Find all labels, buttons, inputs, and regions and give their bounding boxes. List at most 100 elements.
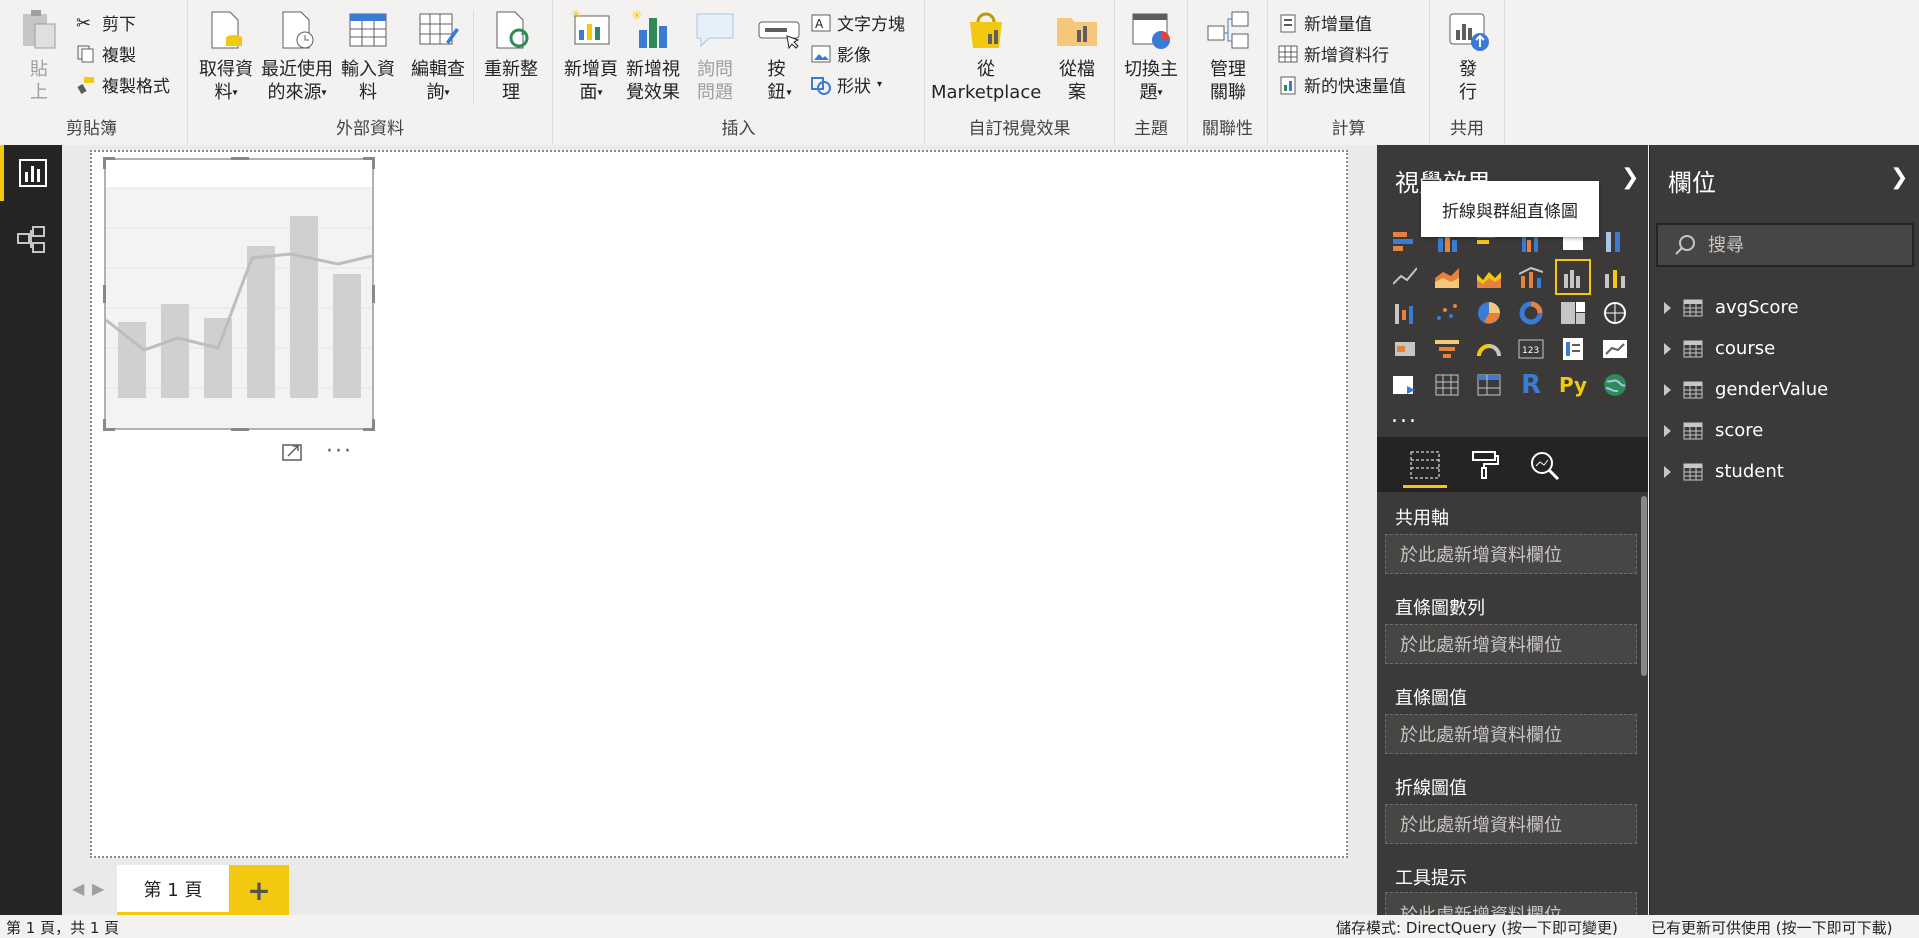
more-options-icon[interactable]: ··· bbox=[326, 441, 353, 463]
left-nav bbox=[0, 145, 62, 915]
chevron-right-icon[interactable]: ▶ bbox=[92, 879, 104, 898]
kpi-icon[interactable] bbox=[1599, 333, 1631, 365]
line-and-stacked-column-chart-icon[interactable] bbox=[1515, 261, 1547, 293]
new-measure-button[interactable]: 新增量值 bbox=[1278, 10, 1372, 35]
arcgis-map-icon[interactable] bbox=[1599, 369, 1631, 401]
enter-data-button[interactable]: 輸入資料 bbox=[340, 8, 396, 104]
page-tab-1[interactable]: 第 1 頁 bbox=[117, 865, 229, 915]
waterfall-chart-icon[interactable] bbox=[1389, 297, 1421, 329]
area-chart-icon[interactable] bbox=[1431, 261, 1463, 293]
expand-triangle-icon[interactable] bbox=[1664, 424, 1671, 437]
copy-button[interactable]: 複製 bbox=[76, 41, 136, 66]
r-script-visual-icon[interactable]: R bbox=[1515, 369, 1547, 401]
svg-text:A: A bbox=[815, 17, 824, 31]
new-visual-label: 新增視覺效果 bbox=[626, 59, 680, 103]
card-icon[interactable]: 123 bbox=[1515, 333, 1547, 365]
table-visual-icon[interactable] bbox=[1431, 369, 1463, 401]
shapes-label: 形狀 bbox=[837, 77, 871, 97]
gauge-icon[interactable] bbox=[1473, 333, 1505, 365]
visual-header: ··· bbox=[282, 441, 353, 463]
slicer-icon[interactable] bbox=[1389, 369, 1421, 401]
donut-chart-icon[interactable] bbox=[1515, 297, 1547, 329]
chevron-right-icon[interactable]: ❯ bbox=[1621, 165, 1639, 190]
placeholder-chart-icon bbox=[105, 187, 373, 428]
from-file-button[interactable]: 從檔案 bbox=[1049, 8, 1105, 104]
field-table-avgscore[interactable]: avgScore bbox=[1664, 297, 1799, 318]
expand-triangle-icon[interactable] bbox=[1664, 342, 1671, 355]
line-and-clustered-column-chart-icon[interactable] bbox=[1555, 259, 1591, 295]
resize-handle[interactable] bbox=[231, 157, 249, 160]
well-drop-column-series[interactable]: 於此處新增資料欄位 bbox=[1385, 624, 1637, 664]
new-visual-button[interactable]: ✳ 新增視覺效果 bbox=[623, 8, 683, 104]
stacked-area-chart-icon[interactable] bbox=[1473, 261, 1505, 293]
text-box-button[interactable]: A 文字方塊 bbox=[811, 10, 905, 35]
get-data-button[interactable]: 取得資料▾ bbox=[198, 8, 254, 105]
pie-chart-icon[interactable] bbox=[1473, 297, 1505, 329]
wells-scrollbar[interactable] bbox=[1640, 492, 1648, 915]
report-page-canvas[interactable]: ··· bbox=[90, 150, 1348, 858]
chevron-left-icon[interactable]: ◀ bbox=[72, 879, 84, 898]
chevron-right-icon[interactable]: ❯ bbox=[1890, 165, 1908, 190]
resize-handle[interactable] bbox=[231, 428, 249, 431]
recent-sources-button[interactable]: 最近使用的來源▾ bbox=[260, 8, 334, 105]
resize-handle[interactable] bbox=[103, 419, 106, 431]
fields-search-input[interactable] bbox=[1706, 233, 1900, 257]
group-share: 發行 共用 bbox=[1430, 0, 1505, 145]
marketplace-button[interactable]: 從 Marketplace bbox=[931, 8, 1041, 104]
resize-handle[interactable] bbox=[372, 157, 375, 169]
matrix-icon[interactable] bbox=[1473, 369, 1505, 401]
new-column-button[interactable]: 新增資料行 bbox=[1278, 41, 1389, 66]
field-table-course[interactable]: course bbox=[1664, 338, 1775, 359]
well-drop-line-values[interactable]: 於此處新增資料欄位 bbox=[1385, 804, 1637, 844]
stacked-bar-chart-icon[interactable] bbox=[1389, 225, 1421, 257]
refresh-button[interactable]: 重新整理 bbox=[483, 8, 539, 104]
well-drop-tooltips[interactable]: 於此處新增資料欄位 bbox=[1385, 892, 1637, 915]
treemap-icon[interactable] bbox=[1557, 297, 1589, 329]
model-view-button[interactable] bbox=[0, 211, 62, 267]
new-quick-measure-button[interactable]: 新的快速量值 bbox=[1278, 72, 1406, 97]
expand-triangle-icon[interactable] bbox=[1664, 465, 1671, 478]
python-visual-icon[interactable]: Py bbox=[1557, 369, 1589, 401]
shapes-button[interactable]: 形狀 ▾ bbox=[811, 72, 882, 97]
scrollbar-thumb[interactable] bbox=[1641, 496, 1647, 676]
field-table-score[interactable]: score bbox=[1664, 420, 1763, 441]
map-icon[interactable] bbox=[1599, 297, 1631, 329]
resize-handle[interactable] bbox=[103, 285, 106, 303]
cut-button[interactable]: ✂ 剪下 bbox=[76, 10, 136, 36]
focus-mode-icon[interactable] bbox=[282, 442, 304, 462]
analytics-tab[interactable] bbox=[1523, 445, 1567, 485]
switch-theme-button[interactable]: 切換主題▾ bbox=[1123, 8, 1179, 105]
expand-triangle-icon[interactable] bbox=[1664, 383, 1671, 396]
manage-relationships-button[interactable]: 管理關聯 bbox=[1200, 8, 1256, 104]
well-drop-column-values[interactable]: 於此處新增資料欄位 bbox=[1385, 714, 1637, 754]
ribbon-chart-icon[interactable] bbox=[1599, 261, 1631, 293]
line-chart-icon[interactable] bbox=[1389, 261, 1421, 293]
ask-question-button[interactable]: 詢問問題 bbox=[687, 8, 743, 104]
resize-handle[interactable] bbox=[372, 285, 375, 303]
paste-button[interactable]: 貼上 bbox=[14, 8, 64, 104]
field-table-gendervalue[interactable]: genderValue bbox=[1664, 379, 1828, 400]
more-visuals-icon[interactable]: ... bbox=[1391, 403, 1418, 428]
new-page-button[interactable]: ✳ 新增頁面▾ bbox=[563, 8, 619, 105]
resize-handle[interactable] bbox=[103, 157, 106, 169]
line-and-clustered-column-chart-visual[interactable] bbox=[103, 157, 375, 431]
format-painter-button[interactable]: 複製格式 bbox=[76, 72, 170, 97]
edit-queries-button[interactable]: 編輯查詢▾ bbox=[410, 8, 466, 105]
fields-tab[interactable] bbox=[1403, 445, 1447, 488]
scatter-chart-icon[interactable] bbox=[1431, 297, 1463, 329]
publish-button[interactable]: 發行 bbox=[1440, 8, 1496, 104]
buttons-button[interactable]: 按鈕▾ bbox=[751, 8, 807, 105]
table-icon bbox=[1683, 340, 1703, 357]
format-tab[interactable] bbox=[1463, 445, 1507, 485]
well-drop-shared-axis[interactable]: 於此處新增資料欄位 bbox=[1385, 534, 1637, 574]
resize-handle[interactable] bbox=[372, 419, 375, 431]
field-table-student[interactable]: student bbox=[1664, 461, 1784, 482]
multi-row-card-icon[interactable] bbox=[1557, 333, 1589, 365]
funnel-icon[interactable] bbox=[1431, 333, 1463, 365]
100-percent-column-chart-icon[interactable] bbox=[1599, 225, 1631, 257]
add-page-button[interactable]: + bbox=[229, 865, 289, 915]
expand-triangle-icon[interactable] bbox=[1664, 301, 1671, 314]
filled-map-icon[interactable] bbox=[1389, 333, 1421, 365]
report-view-button[interactable] bbox=[0, 145, 62, 201]
image-button[interactable]: 影像 bbox=[811, 41, 871, 66]
